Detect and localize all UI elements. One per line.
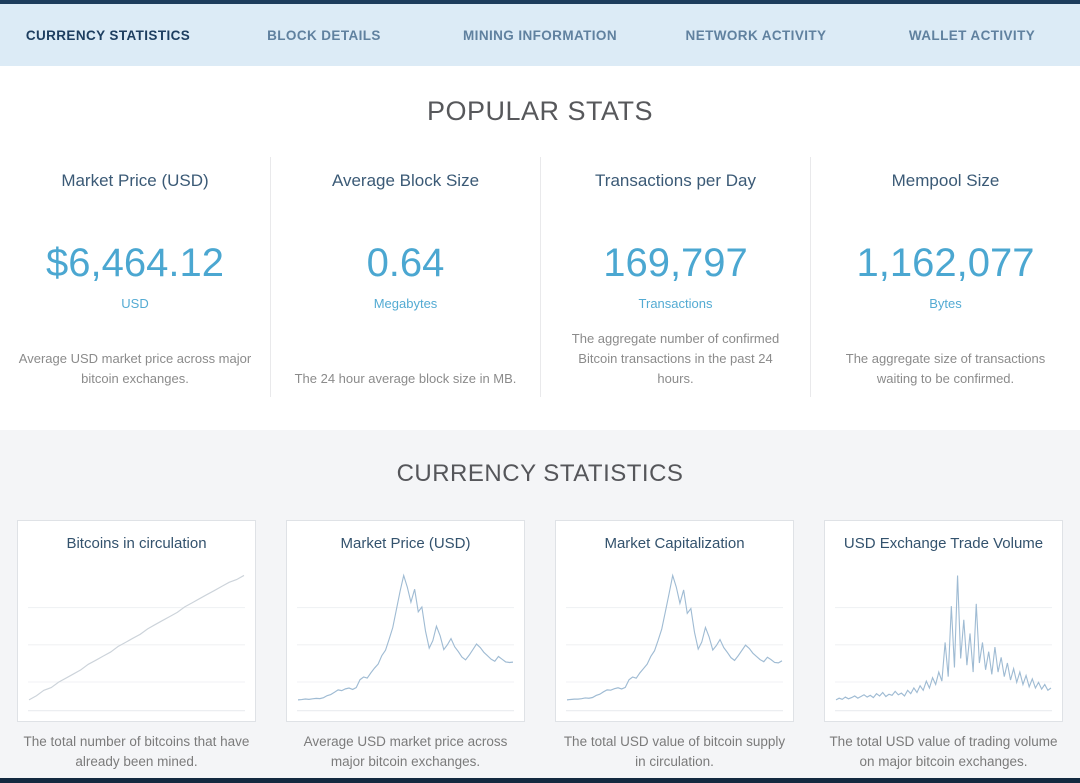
tab-currency-statistics[interactable]: CURRENCY STATISTICS	[0, 4, 216, 66]
chart-cell: USD Exchange Trade Volume The total USD …	[824, 520, 1063, 773]
chart-card[interactable]: Market Price (USD)	[286, 520, 525, 722]
tab-block-details[interactable]: BLOCK DETAILS	[216, 4, 432, 66]
line-chart	[26, 558, 247, 713]
line-chart	[833, 558, 1054, 713]
chart-description: The total USD value of bitcoin supply in…	[555, 732, 794, 773]
popular-stats-section: POPULAR STATS Market Price (USD) $6,464.…	[0, 66, 1080, 430]
bottom-bar	[0, 778, 1080, 783]
line-chart	[564, 558, 785, 713]
nav-tabs: CURRENCY STATISTICSBLOCK DETAILSMINING I…	[0, 4, 1080, 66]
chart-description: The total USD value of trading volume on…	[824, 732, 1063, 773]
tab-network-activity[interactable]: NETWORK ACTIVITY	[648, 4, 864, 66]
stat-title: Transactions per Day	[595, 171, 756, 191]
chart-card[interactable]: USD Exchange Trade Volume	[824, 520, 1063, 722]
stat-description: The aggregate size of transactions waiti…	[829, 349, 1062, 389]
currency-statistics-title: CURRENCY STATISTICS	[0, 460, 1080, 488]
chart-title: Market Capitalization	[564, 535, 785, 552]
stat-description: The aggregate number of confirmed Bitcoi…	[559, 329, 792, 389]
stat-value: $6,464.12	[46, 241, 224, 286]
chart-description: The total number of bitcoins that have a…	[17, 732, 256, 773]
stat-card: Transactions per Day 169,797 Transaction…	[540, 157, 810, 397]
chart-title: Bitcoins in circulation	[26, 535, 247, 552]
stat-description: Average USD market price across major bi…	[18, 349, 252, 389]
charts-row: Bitcoins in circulation The total number…	[0, 520, 1080, 773]
chart-card[interactable]: Bitcoins in circulation	[17, 520, 256, 722]
stat-card: Average Block Size 0.64 Megabytes The 24…	[270, 157, 540, 397]
stat-card: Market Price (USD) $6,464.12 USD Average…	[0, 157, 270, 397]
stat-description: The 24 hour average block size in MB.	[295, 369, 517, 389]
chart-description: Average USD market price across major bi…	[286, 732, 525, 773]
chart-title: USD Exchange Trade Volume	[833, 535, 1054, 552]
stat-title: Average Block Size	[332, 171, 479, 191]
stat-title: Market Price (USD)	[61, 171, 208, 191]
stat-unit: USD	[121, 296, 148, 311]
stat-value: 1,162,077	[857, 241, 1035, 286]
stat-value: 169,797	[603, 241, 748, 286]
chart-card[interactable]: Market Capitalization	[555, 520, 794, 722]
stat-unit: Transactions	[639, 296, 713, 311]
chart-cell: Market Capitalization The total USD valu…	[555, 520, 794, 773]
stat-unit: Bytes	[929, 296, 962, 311]
stat-value: 0.64	[367, 241, 445, 286]
chart-cell: Bitcoins in circulation The total number…	[17, 520, 256, 773]
stat-title: Mempool Size	[892, 171, 1000, 191]
stat-card: Mempool Size 1,162,077 Bytes The aggrega…	[810, 157, 1080, 397]
tab-wallet-activity[interactable]: WALLET ACTIVITY	[864, 4, 1080, 66]
tab-mining-information[interactable]: MINING INFORMATION	[432, 4, 648, 66]
popular-stats-row: Market Price (USD) $6,464.12 USD Average…	[0, 157, 1080, 397]
chart-title: Market Price (USD)	[295, 535, 516, 552]
line-chart	[295, 558, 516, 713]
currency-statistics-section: CURRENCY STATISTICS Bitcoins in circulat…	[0, 430, 1080, 778]
stat-unit: Megabytes	[374, 296, 438, 311]
chart-cell: Market Price (USD) Average USD market pr…	[286, 520, 525, 773]
top-nav-bar: CURRENCY STATISTICSBLOCK DETAILSMINING I…	[0, 0, 1080, 66]
popular-stats-title: POPULAR STATS	[0, 96, 1080, 127]
